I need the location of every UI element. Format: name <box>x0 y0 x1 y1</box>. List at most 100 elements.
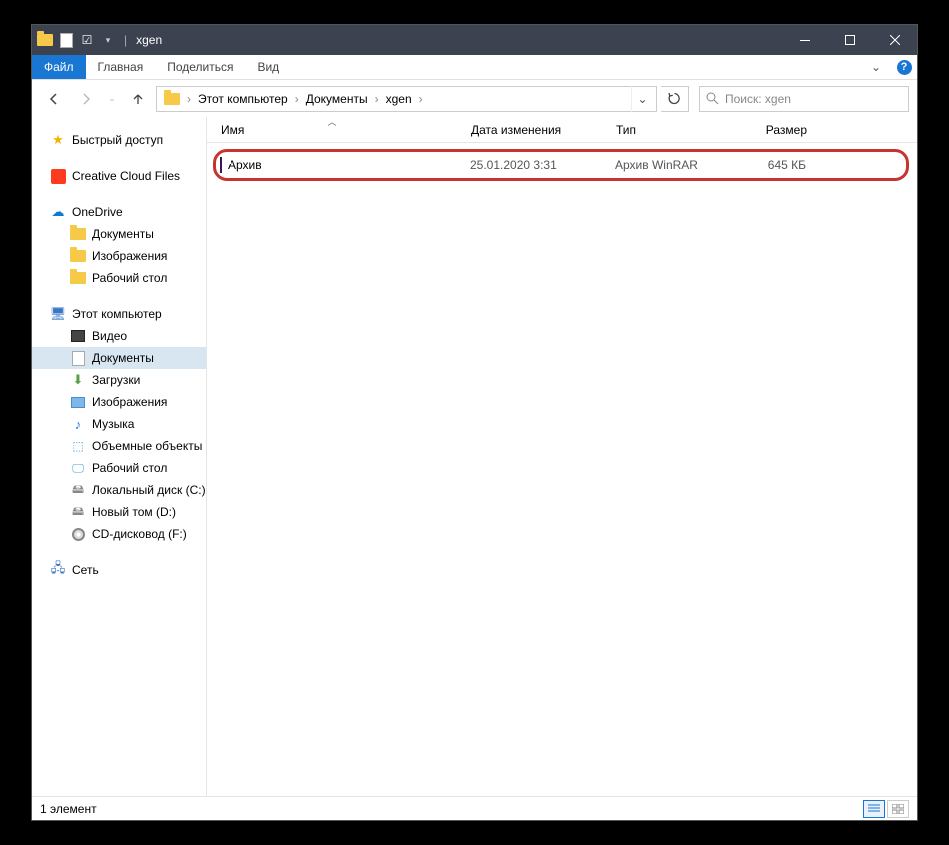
separator: | <box>124 33 127 47</box>
sidebar-item-quick-access[interactable]: ★ Быстрый доступ <box>32 129 206 151</box>
refresh-button[interactable] <box>661 86 689 112</box>
sidebar-item-label: Рабочий стол <box>92 461 167 475</box>
sidebar-item-label: Рабочий стол <box>92 271 167 285</box>
star-icon: ★ <box>50 132 66 148</box>
window-title: xgen <box>136 33 162 47</box>
sidebar-item-creative-cloud[interactable]: Creative Cloud Files <box>32 165 206 187</box>
file-type: Архив WinRAR <box>615 158 730 172</box>
minimize-button[interactable] <box>782 25 827 55</box>
breadcrumb-box[interactable]: › Этот компьютер › Документы › xgen › ⌄ <box>156 86 657 112</box>
ribbon-tab-share[interactable]: Поделиться <box>155 55 245 79</box>
sidebar-item-label: Документы <box>92 227 154 241</box>
sidebar-item-label: Creative Cloud Files <box>72 169 180 183</box>
sidebar-item-this-pc[interactable]: 🖥 Этот компьютер <box>32 303 206 325</box>
sidebar-item-label: Музыка <box>92 417 134 431</box>
sidebar-item-label: Новый том (D:) <box>92 505 176 519</box>
sidebar-item-label: Этот компьютер <box>72 307 162 321</box>
folder-icon <box>70 226 86 242</box>
video-icon <box>70 328 86 344</box>
sidebar-item-music[interactable]: ♪ Музыка <box>32 413 206 435</box>
search-placeholder: Поиск: xgen <box>725 92 791 106</box>
ribbon-tab-home[interactable]: Главная <box>86 55 156 79</box>
file-list-pane[interactable]: Имя Дата изменения Тип Размер ︿ Архив 25… <box>207 117 917 796</box>
status-bar: 1 элемент <box>32 796 917 820</box>
properties-icon[interactable] <box>58 32 74 48</box>
details-view-button[interactable] <box>863 800 885 818</box>
breadcrumb-pc[interactable]: Этот компьютер <box>194 87 292 111</box>
quick-access-toolbar: ☑ ▾ | <box>37 32 130 48</box>
pc-icon: 🖥 <box>50 306 66 322</box>
chevron-right-icon[interactable]: › <box>416 92 426 106</box>
desktop-icon: 🖵 <box>70 460 86 476</box>
chevron-right-icon[interactable]: › <box>372 92 382 106</box>
sidebar-item-onedrive[interactable]: ☁ OneDrive <box>32 201 206 223</box>
picture-icon <box>70 394 86 410</box>
sidebar-item-disk-c[interactable]: 🖴 Локальный диск (C:) <box>32 479 206 501</box>
download-icon: ⬇ <box>70 372 86 388</box>
view-toggle <box>863 800 909 818</box>
sidebar-item-desktop[interactable]: 🖵 Рабочий стол <box>32 457 206 479</box>
folder-icon <box>70 248 86 264</box>
chevron-right-icon[interactable]: › <box>292 92 302 106</box>
thumbnails-view-button[interactable] <box>887 800 909 818</box>
column-header-type[interactable]: Тип <box>616 123 731 137</box>
folder-icon <box>70 270 86 286</box>
explorer-window: ☑ ▾ | xgen Файл Главная Поделиться Вид ⌄… <box>32 25 917 820</box>
sidebar-item-label: OneDrive <box>72 205 123 219</box>
cube-icon: ⬚ <box>70 438 86 454</box>
sidebar-item-od-desktop[interactable]: Рабочий стол <box>32 267 206 289</box>
cloud-icon: ☁ <box>50 204 66 220</box>
new-folder-icon[interactable]: ☑ <box>79 32 95 48</box>
sidebar-item-pictures[interactable]: Изображения <box>32 391 206 413</box>
sidebar-item-downloads[interactable]: ⬇ Загрузки <box>32 369 206 391</box>
address-bar: ⌄ › Этот компьютер › Документы › xgen › … <box>32 80 917 117</box>
breadcrumb-documents[interactable]: Документы <box>302 87 372 111</box>
file-row[interactable]: Архив 25.01.2020 3:31 Архив WinRAR 645 К… <box>220 154 902 176</box>
recent-dropdown[interactable]: ⌄ <box>104 85 120 113</box>
close-button[interactable] <box>872 25 917 55</box>
search-input[interactable]: Поиск: xgen <box>699 86 909 112</box>
folder-icon <box>37 32 53 48</box>
status-item-count: 1 элемент <box>40 802 97 816</box>
cd-icon <box>70 526 86 542</box>
file-name: Архив <box>228 158 262 172</box>
sidebar-item-label: Быстрый доступ <box>72 133 163 147</box>
navigation-pane[interactable]: ★ Быстрый доступ Creative Cloud Files ☁ On… <box>32 117 207 796</box>
sidebar-item-label: Документы <box>92 351 154 365</box>
document-icon <box>70 350 86 366</box>
column-header-size[interactable]: Размер <box>731 123 807 137</box>
highlighted-file-annotation: Архив 25.01.2020 3:31 Архив WinRAR 645 К… <box>213 149 909 181</box>
sidebar-item-label: Загрузки <box>92 373 140 387</box>
folder-icon <box>160 87 184 111</box>
sidebar-item-network[interactable]: 🖧Сеть <box>32 559 206 581</box>
address-dropdown-icon[interactable]: ⌄ <box>631 86 653 112</box>
column-header-date[interactable]: Дата изменения <box>471 123 616 137</box>
sidebar-item-videos[interactable]: Видео <box>32 325 206 347</box>
sidebar-item-cd-drive[interactable]: CD-дисковод (F:) <box>32 523 206 545</box>
cc-icon <box>50 168 66 184</box>
forward-button[interactable] <box>72 85 100 113</box>
sidebar-item-od-documents[interactable]: Документы <box>32 223 206 245</box>
ribbon: Файл Главная Поделиться Вид ⌄ ? <box>32 55 917 80</box>
file-size: 645 КБ <box>730 158 806 172</box>
maximize-button[interactable] <box>827 25 872 55</box>
sidebar-item-od-images[interactable]: Изображения <box>32 245 206 267</box>
ribbon-tab-view[interactable]: Вид <box>245 55 291 79</box>
up-button[interactable] <box>124 85 152 113</box>
music-icon: ♪ <box>70 416 86 432</box>
back-button[interactable] <box>40 85 68 113</box>
qat-dropdown-icon[interactable]: ▾ <box>100 32 116 48</box>
title-bar[interactable]: ☑ ▾ | xgen <box>32 25 917 55</box>
sidebar-item-documents[interactable]: Документы <box>32 347 206 369</box>
rar-icon <box>220 158 222 172</box>
sidebar-item-disk-d[interactable]: 🖴Новый том (D:) <box>32 501 206 523</box>
breadcrumb-xgen[interactable]: xgen <box>382 87 416 111</box>
disk-icon: 🖴 <box>70 482 86 498</box>
sidebar-item-label: Изображения <box>92 395 167 409</box>
ribbon-expand-icon[interactable]: ⌄ <box>861 55 891 79</box>
sidebar-item-label: Локальный диск (C:) <box>92 483 206 497</box>
help-button[interactable]: ? <box>891 55 917 79</box>
ribbon-tab-file[interactable]: Файл <box>32 55 86 79</box>
chevron-right-icon[interactable]: › <box>184 92 194 106</box>
sidebar-item-3d-objects[interactable]: ⬚Объемные объекты <box>32 435 206 457</box>
